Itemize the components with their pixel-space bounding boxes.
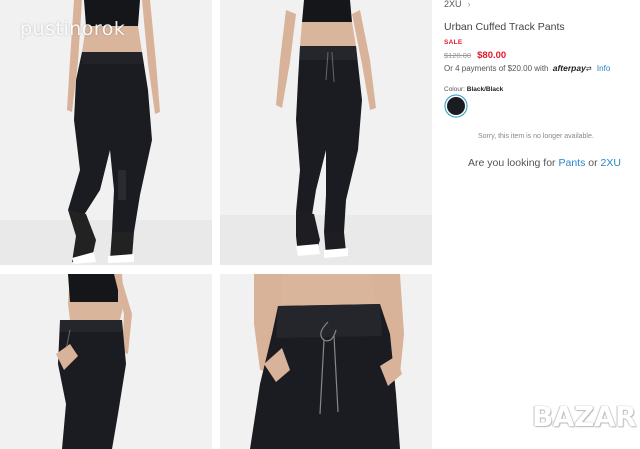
colour-value: Black/Black — [466, 86, 504, 93]
colour-label-row: Colour: Black/Black — [444, 86, 503, 93]
sale-badge: SALE — [444, 39, 463, 46]
side-view-image — [0, 274, 212, 449]
suggestion-row: Are you looking for Pants or 2XU — [468, 157, 621, 169]
colour-label: Colour: — [444, 86, 465, 93]
sale-price: $80.00 — [477, 50, 507, 61]
installments-row: Or 4 payments of $20.00 with afterpay⇄ I… — [444, 63, 610, 73]
afterpay-info-link[interactable]: Info — [597, 64, 610, 73]
product-photo-waist-closeup[interactable] — [220, 274, 432, 449]
front-view-image — [220, 0, 432, 265]
brand-link[interactable]: 2XU — [444, 0, 462, 9]
product-title: Urban Cuffed Track Pants — [444, 21, 565, 33]
afterpay-arrow-icon: ⇄ — [585, 66, 592, 73]
installments-text: Or 4 payments of $20.00 with — [444, 64, 549, 73]
suggestion-prefix: Are you looking for — [468, 157, 556, 169]
waist-closeup-image — [220, 274, 432, 449]
product-photo-side[interactable] — [0, 274, 212, 449]
suggestion-or: or — [588, 157, 598, 169]
chevron-right-icon: › — [467, 0, 471, 9]
original-price: $120.00 — [444, 51, 472, 60]
bazar-watermark: BAZAR — [532, 400, 637, 433]
price-row: $120.00 $80.00 — [444, 50, 506, 61]
afterpay-logo: afterpay — [552, 63, 586, 73]
brand-breadcrumb[interactable]: 2XU › — [444, 0, 471, 9]
product-gallery: pustinorok — [0, 0, 432, 449]
unavailable-message: Sorry, this item is no longer available. — [478, 133, 594, 140]
colour-swatch-black[interactable] — [447, 97, 465, 115]
seller-watermark: pustinorok — [20, 18, 126, 40]
pants-link[interactable]: Pants — [558, 157, 585, 169]
brand-2xu-link[interactable]: 2XU — [601, 157, 621, 169]
product-photo-front[interactable] — [220, 0, 432, 265]
product-details-panel: 2XU › Urban Cuffed Track Pants SALE $120.… — [444, 0, 640, 449]
